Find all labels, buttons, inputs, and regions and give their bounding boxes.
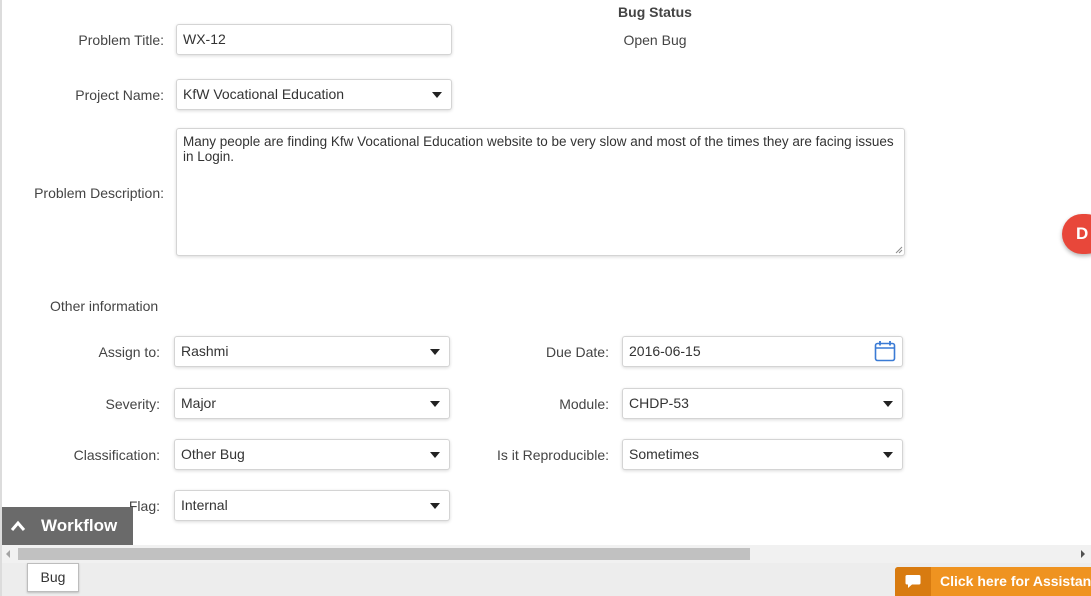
bug-status-title: Bug Status [618,4,692,20]
due-date-input[interactable]: 2016-06-15 [622,336,903,367]
flag-select[interactable]: Internal [174,490,450,521]
module-label: Module: [559,396,609,412]
bug-status-value: Open Bug [623,32,687,48]
resize-handle-icon[interactable] [895,246,903,254]
module-select[interactable]: CHDP-53 [622,388,903,419]
assistance-icon-box [895,567,931,596]
horizontal-scrollbar[interactable] [2,545,1091,563]
module-value: CHDP-53 [629,395,689,411]
caret-down-icon [430,452,440,458]
assistance-label: Click here for Assistance [940,573,1091,589]
scrollbar-thumb[interactable] [18,548,750,560]
due-date-label: Due Date: [545,344,609,360]
caret-down-icon [883,452,893,458]
severity-select[interactable]: Major [174,388,450,419]
assign-to-label: Assign to: [98,344,160,360]
project-name-value: KfW Vocational Education [183,86,345,102]
other-information-heading: Other information [50,298,159,314]
calendar-icon[interactable] [874,340,896,362]
workflow-toggle-button[interactable]: Workflow [2,507,133,545]
reproducible-value: Sometimes [629,446,700,462]
workflow-label: Workflow [41,516,118,535]
floating-action-button[interactable]: D [1062,214,1091,254]
caret-down-icon [430,503,440,509]
chevron-up-icon [10,520,26,531]
tab-bug[interactable]: Bug [27,563,79,592]
classification-select[interactable]: Other Bug [174,439,450,470]
caret-down-icon [883,401,893,407]
reproducible-select[interactable]: Sometimes [622,439,903,470]
classification-label: Classification: [73,447,160,463]
chat-bubble-icon [905,575,921,588]
problem-description-label: Problem Description: [34,185,164,201]
project-name-label: Project Name: [75,87,164,103]
problem-title-label: Problem Title: [78,32,164,48]
classification-value: Other Bug [181,446,245,462]
assign-to-value: Rashmi [181,343,229,359]
caret-down-icon [430,401,440,407]
scroll-right-arrow-icon[interactable] [1081,550,1085,558]
caret-down-icon [432,92,442,98]
problem-description-textarea[interactable]: Many people are finding Kfw Vocational E… [176,128,905,256]
due-date-value: 2016-06-15 [629,343,701,359]
reproducible-label: Is it Reproducible: [496,447,609,463]
problem-title-value: WX-12 [183,31,226,47]
project-name-select[interactable]: KfW Vocational Education [176,79,452,110]
flag-value: Internal [181,497,228,513]
scroll-left-arrow-icon[interactable] [6,550,10,558]
severity-label: Severity: [105,396,160,412]
assign-to-select[interactable]: Rashmi [174,336,450,367]
assistance-button[interactable]: Click here for Assistance [895,567,1091,596]
caret-down-icon [430,349,440,355]
problem-description-value: Many people are finding Kfw Vocational E… [183,134,894,164]
severity-value: Major [181,395,217,411]
problem-title-input[interactable]: WX-12 [176,24,452,55]
